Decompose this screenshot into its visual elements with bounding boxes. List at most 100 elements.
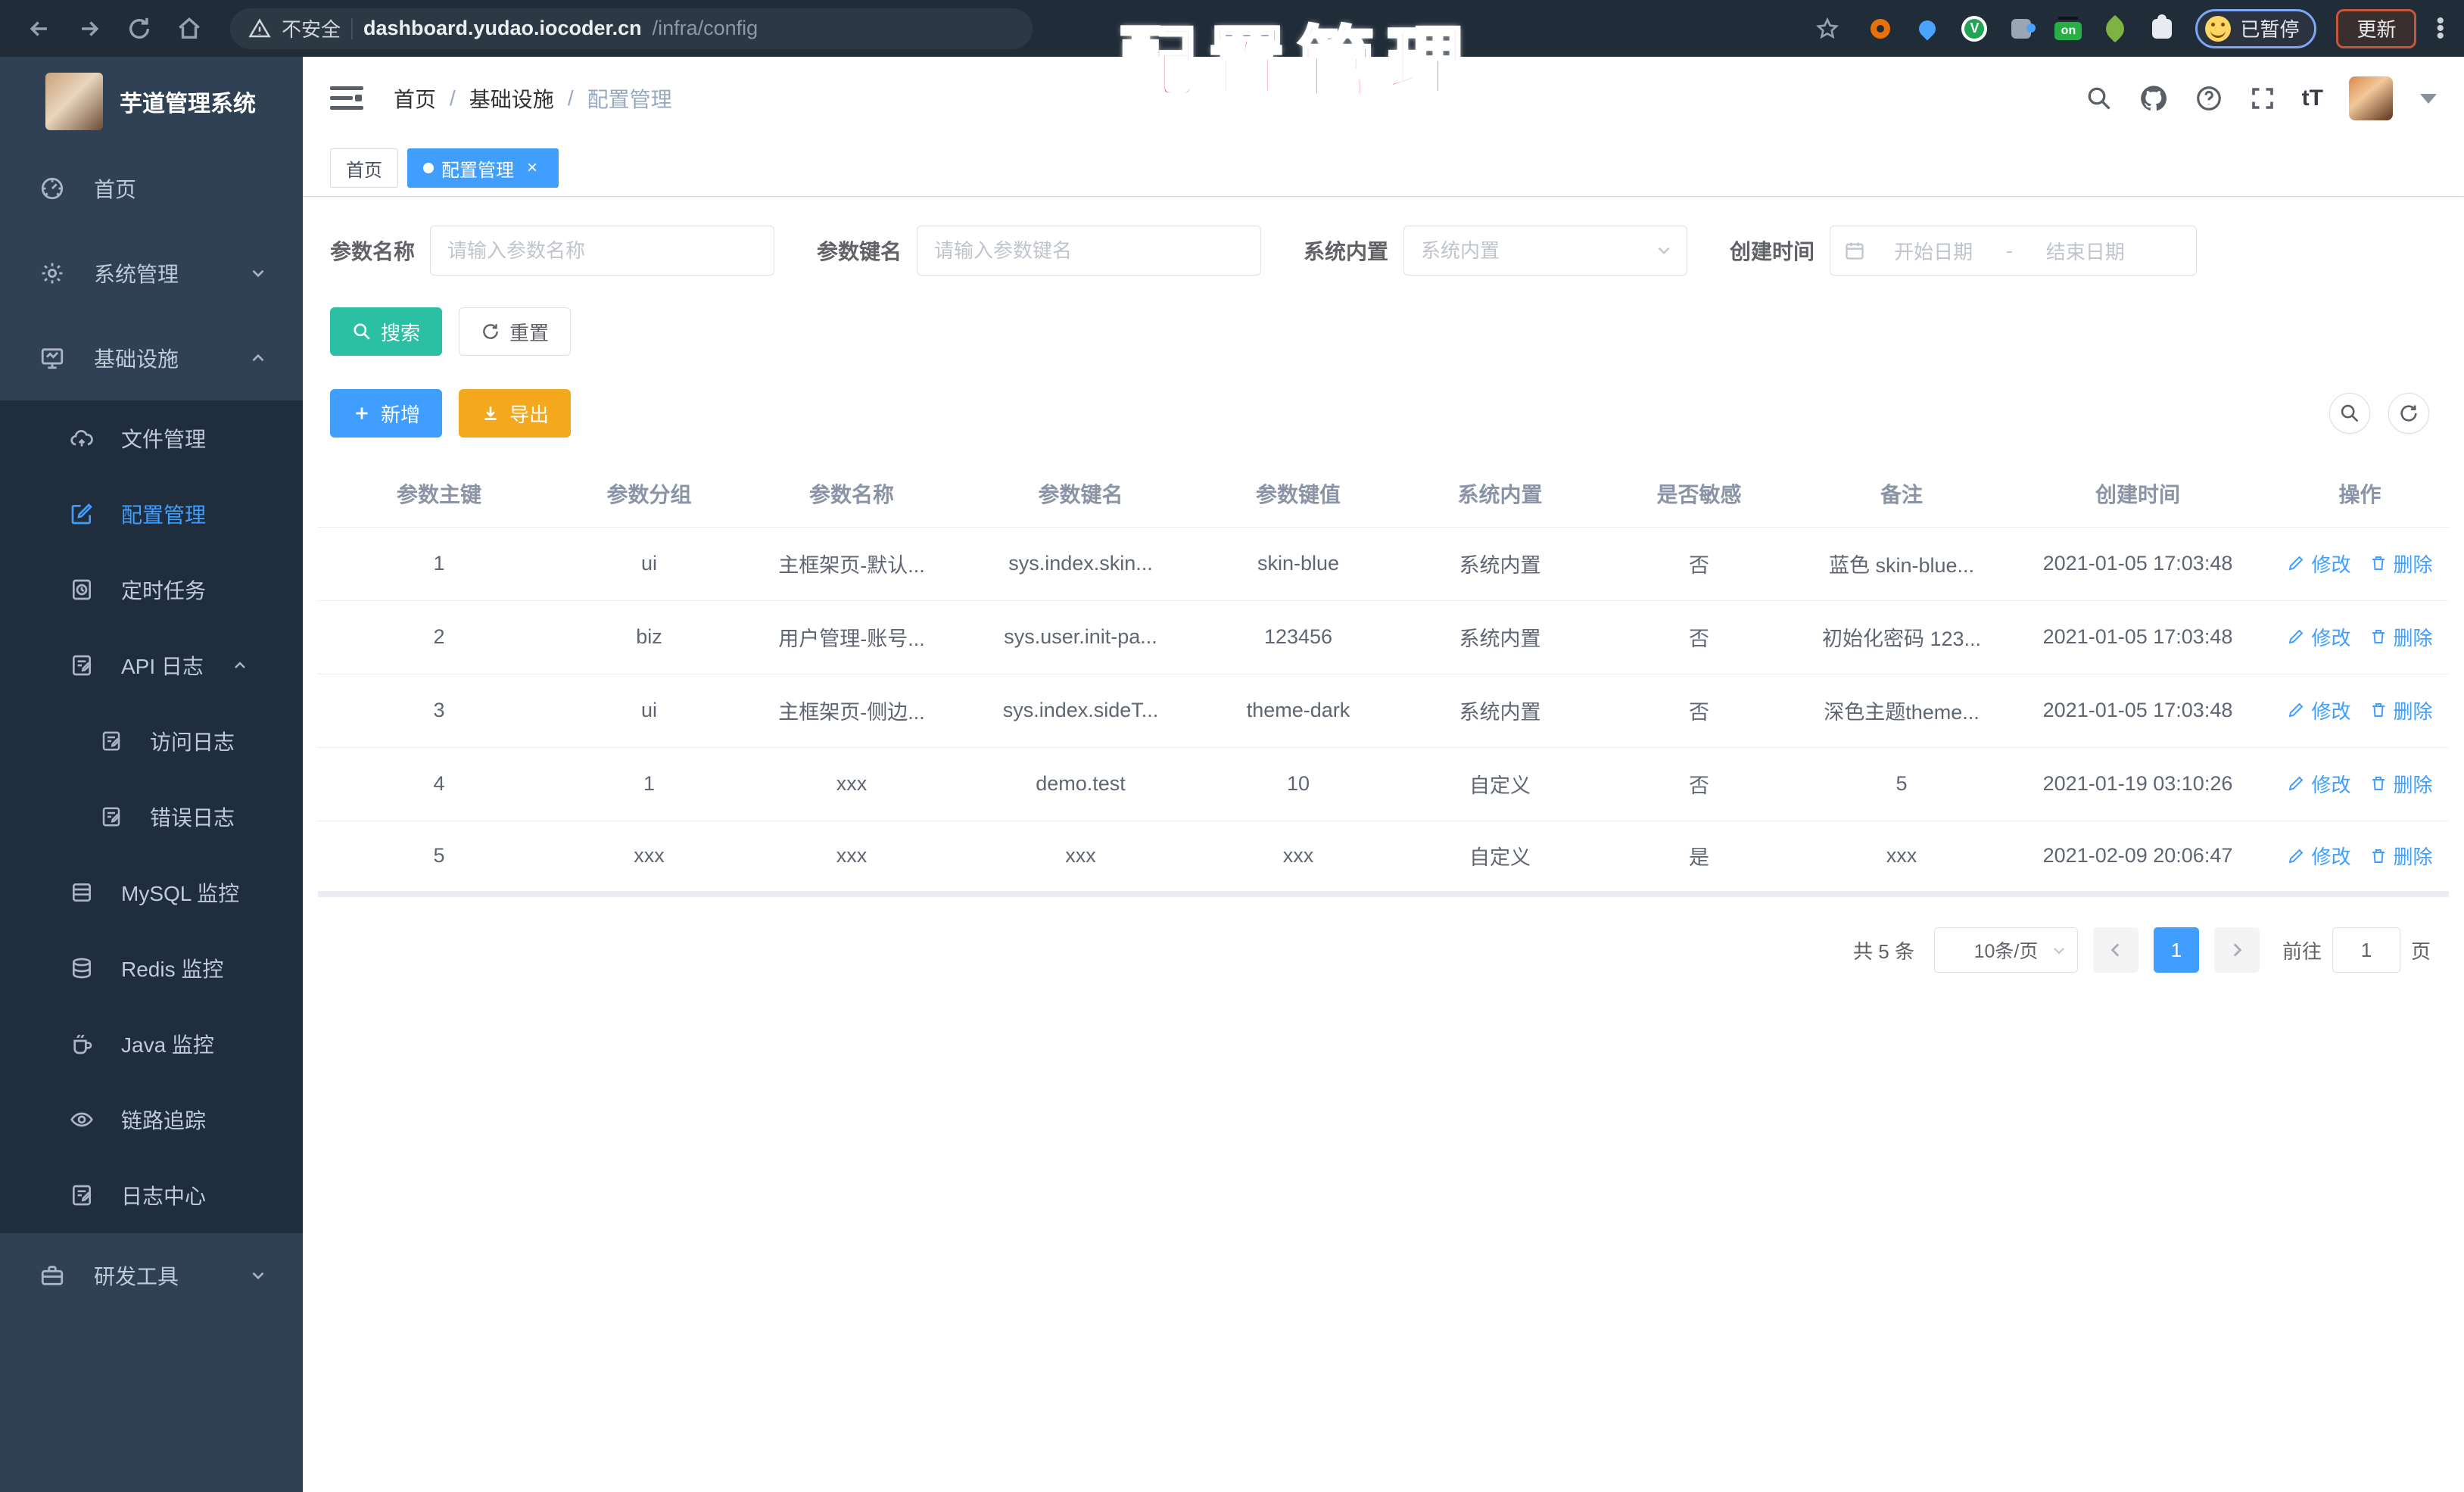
- breadcrumb-separator: /: [450, 86, 456, 110]
- refresh-table-button[interactable]: [2388, 393, 2429, 434]
- sidebar-item-log-center[interactable]: 日志中心: [0, 1157, 303, 1233]
- sidebar-item-api-log[interactable]: API 日志: [0, 628, 303, 703]
- cell-name: xxx: [738, 747, 965, 821]
- edit-link[interactable]: 修改: [2287, 696, 2351, 724]
- tag-config-active[interactable]: 配置管理 ×: [407, 148, 559, 188]
- next-page-button[interactable]: [2213, 927, 2260, 973]
- sidebar-toggle-icon[interactable]: [330, 85, 363, 112]
- sidebar-item-scheduled-jobs[interactable]: 定时任务: [0, 552, 303, 628]
- table-row[interactable]: 3 ui 主框架页-侧边... sys.index.sideT... theme…: [318, 674, 2449, 748]
- goto-page-input[interactable]: [2332, 927, 2400, 973]
- font-size-icon[interactable]: tT: [2302, 86, 2323, 111]
- search-button[interactable]: 搜索: [330, 307, 443, 356]
- edit-label: 修改: [2311, 626, 2351, 649]
- user-avatar[interactable]: [2349, 76, 2393, 120]
- app-logo-row[interactable]: 芋道管理系统: [0, 57, 303, 146]
- prev-page-button[interactable]: [2092, 927, 2138, 973]
- table-row[interactable]: 5 xxx xxx xxx xxx 自定义 是 xxx 2021-02-09 2…: [318, 821, 2449, 897]
- browser-toolbar-right: V on 已暂停 更新 • • •: [1808, 8, 2444, 48]
- sidebar-item-label: API 日志: [121, 655, 204, 678]
- paused-label: 已暂停: [2240, 18, 2300, 41]
- search-icon: [354, 323, 370, 340]
- plus-icon: [356, 407, 368, 419]
- table-row[interactable]: 1 ui 主框架页-默认... sys.index.skin... skin-b…: [318, 527, 2449, 601]
- toggle-search-button[interactable]: [2329, 393, 2370, 434]
- extension-blue-pin-icon[interactable]: [1914, 15, 1941, 42]
- cell-value: xxx: [1196, 821, 1400, 897]
- extension-orange-ring-icon[interactable]: [1867, 15, 1894, 42]
- edit-link[interactable]: 修改: [2287, 623, 2351, 651]
- extension-leaf-icon[interactable]: [2101, 14, 2129, 42]
- table-row[interactable]: 4 1 xxx demo.test 10 自定义 否 5 2021-01-19 …: [318, 747, 2449, 821]
- browser-home-icon[interactable]: [170, 9, 209, 48]
- user-menu-caret-icon[interactable]: [2420, 93, 2437, 104]
- browser-menu-kebab-icon[interactable]: • • •: [2436, 9, 2444, 47]
- extensions-menu-icon[interactable]: [2148, 14, 2176, 42]
- search-button-label: 搜索: [381, 321, 421, 344]
- browser-update-button[interactable]: 更新: [2336, 8, 2417, 48]
- sidebar-item-error-log[interactable]: 错误日志: [0, 779, 303, 855]
- cell-sensitive: 是: [1600, 821, 1799, 897]
- edit-link[interactable]: 修改: [2287, 770, 2351, 798]
- active-dot: [423, 163, 434, 173]
- delete-link[interactable]: 删除: [2369, 770, 2433, 798]
- cell-sensitive: 否: [1600, 674, 1799, 748]
- filter-param-key: 参数键名: [817, 226, 1262, 276]
- delete-link[interactable]: 删除: [2369, 696, 2433, 724]
- delete-link[interactable]: 删除: [2369, 623, 2433, 651]
- edit-link[interactable]: 修改: [2287, 842, 2351, 870]
- sidebar-item-devtools[interactable]: 研发工具: [0, 1233, 303, 1318]
- sidebar-item-trace[interactable]: 链路追踪: [0, 1082, 303, 1157]
- builtin-select[interactable]: [1403, 226, 1688, 276]
- date-end-placeholder: 结束日期: [2045, 240, 2125, 263]
- sidebar-item-infra[interactable]: 基础设施: [0, 316, 303, 400]
- browser-forward-icon[interactable]: [70, 9, 109, 48]
- breadcrumb-infra[interactable]: 基础设施: [469, 83, 554, 114]
- sidebar-item-mysql-monitor[interactable]: MySQL 监控: [0, 855, 303, 930]
- fullscreen-icon[interactable]: [2249, 85, 2276, 112]
- extension-puzzle-icon[interactable]: [2008, 15, 2036, 42]
- date-range-picker[interactable]: 开始日期 - 结束日期: [1830, 226, 2198, 276]
- security-label[interactable]: 不安全: [282, 14, 341, 42]
- export-button[interactable]: 导出: [459, 389, 572, 438]
- col-header: 备注: [1799, 460, 2005, 528]
- sidebar-item-config-manage[interactable]: 配置管理: [0, 476, 303, 552]
- address-bar[interactable]: 不安全 dashboard.yudao.iocoder.cn/infra/con…: [230, 8, 1033, 49]
- browser-reload-icon[interactable]: [120, 9, 159, 48]
- github-icon[interactable]: [2138, 83, 2169, 114]
- browser-back-icon[interactable]: [20, 9, 59, 48]
- bookmark-star-icon[interactable]: [1808, 9, 1847, 48]
- table-row[interactable]: 2 biz 用户管理-账号... sys.user.init-pa... 123…: [318, 600, 2449, 674]
- log-edit-icon: [102, 731, 120, 751]
- sidebar-item-home[interactable]: 首页: [0, 146, 303, 231]
- extension-green-check-icon[interactable]: V: [1961, 15, 1988, 42]
- pencil-icon: [2289, 849, 2304, 863]
- param-name-input[interactable]: [430, 226, 775, 276]
- sidebar-item-label: 文件管理: [121, 428, 207, 451]
- profile-paused-badge[interactable]: 已暂停: [2195, 8, 2317, 48]
- add-button[interactable]: 新增: [330, 389, 443, 438]
- delete-link[interactable]: 删除: [2369, 550, 2433, 578]
- goto-label: 前往: [2282, 939, 2322, 963]
- edit-link[interactable]: 修改: [2287, 550, 2351, 578]
- extension-on-badge-icon[interactable]: on: [2054, 15, 2082, 42]
- sidebar-item-redis-monitor[interactable]: Redis 监控: [0, 930, 303, 1006]
- sidebar-item-access-log[interactable]: 访问日志: [0, 703, 303, 779]
- search-icon[interactable]: [2086, 85, 2113, 112]
- log-edit-icon: [73, 1185, 92, 1206]
- breadcrumb-home[interactable]: 首页: [394, 83, 436, 114]
- param-key-input[interactable]: [917, 226, 1262, 276]
- page-number-button[interactable]: 1: [2153, 927, 2199, 973]
- sidebar-item-system[interactable]: 系统管理: [0, 231, 303, 316]
- page-unit-label: 页: [2410, 939, 2431, 963]
- sidebar-item-java-monitor[interactable]: Java 监控: [0, 1006, 303, 1082]
- tag-close-icon[interactable]: ×: [522, 157, 543, 179]
- builtin-select-input[interactable]: [1403, 226, 1688, 276]
- delete-link[interactable]: 删除: [2369, 842, 2433, 870]
- tag-home[interactable]: 首页: [330, 148, 398, 188]
- delete-label: 删除: [2393, 553, 2433, 576]
- reset-button[interactable]: 重置: [459, 307, 572, 356]
- help-icon[interactable]: [2195, 84, 2223, 113]
- page-size-select[interactable]: 10条/页: [1933, 927, 2078, 973]
- sidebar-item-file-manage[interactable]: 文件管理: [0, 400, 303, 476]
